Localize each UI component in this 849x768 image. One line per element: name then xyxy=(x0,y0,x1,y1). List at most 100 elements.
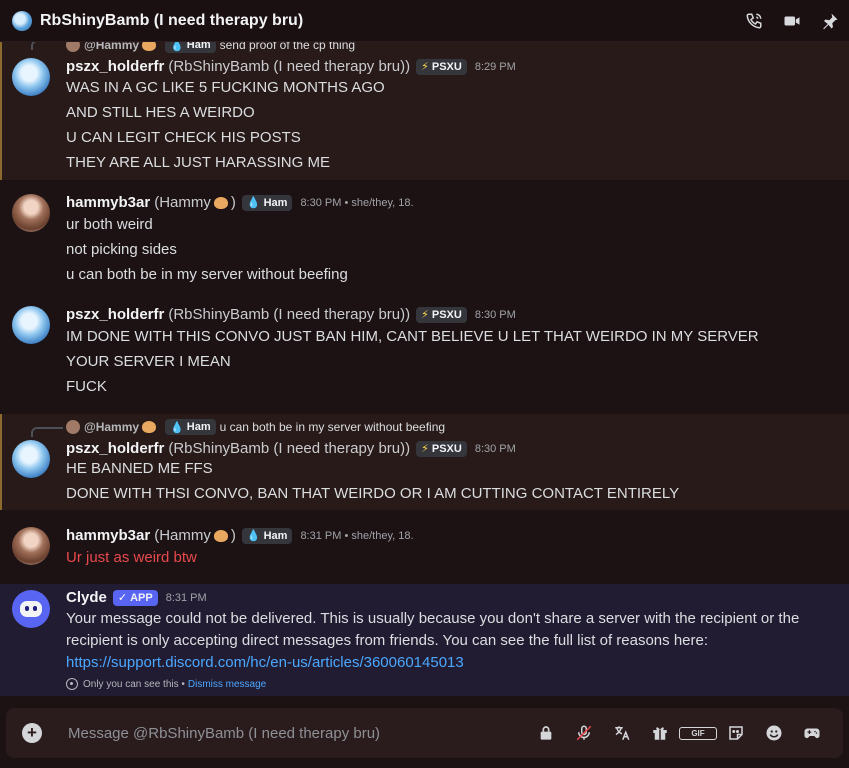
role-tag-label: Ham xyxy=(186,421,211,433)
role-tag[interactable]: 💧 Ham xyxy=(241,194,293,211)
nickname: (Hammy xyxy=(154,527,211,544)
reply-name: @Hammy xyxy=(84,42,140,52)
message-line: THEY ARE ALL JUST HARASSING ME xyxy=(66,154,330,171)
dm-title[interactable]: RbShinyBamb (I need therapy bru) xyxy=(40,12,303,30)
message-group: hammyb3ar (Hammy ) 💧 Ham 8:30 PM • she/th… xyxy=(0,192,849,284)
message-line: IM DONE WITH THIS CONVO JUST BAN HIM, CA… xyxy=(66,328,759,345)
add-attachment-button[interactable]: + xyxy=(22,723,42,743)
nickname: (RbShinyBamb (I need therapy bru)) xyxy=(168,440,411,457)
check-icon: ✓ xyxy=(117,592,128,604)
lock-icon[interactable] xyxy=(527,724,565,742)
emoji-icon[interactable] xyxy=(755,724,793,742)
clan-tag-label: PSXU xyxy=(431,442,462,455)
role-tag-label: Ham xyxy=(263,196,288,209)
username[interactable]: hammyb3ar xyxy=(66,194,150,211)
avatar[interactable] xyxy=(12,58,50,96)
message-line: recipient is only accepting direct messa… xyxy=(66,632,709,649)
droplet-icon: 💧 xyxy=(246,197,261,209)
clyde-avatar[interactable] xyxy=(12,590,50,628)
timestamp: 8:30 PM xyxy=(474,308,516,321)
gif-label: GIF xyxy=(679,726,717,740)
composer-tools: GIF xyxy=(527,724,843,742)
nickname: (RbShinyBamb (I need therapy bru)) xyxy=(168,58,411,75)
hamster-emoji xyxy=(142,421,157,433)
clan-tag[interactable]: ⚡ PSXU xyxy=(416,58,467,75)
reply-avatar xyxy=(66,42,80,52)
message-group: pszx_holderfr (RbShinyBamb (I need thera… xyxy=(0,304,849,396)
username[interactable]: pszx_holderfr xyxy=(66,440,164,457)
message-header: hammyb3ar (Hammy ) 💧 Ham 8:31 PM • she/th… xyxy=(66,527,414,544)
clan-tag-label: PSXU xyxy=(431,308,462,321)
clan-tag-label: PSXU xyxy=(431,60,462,73)
avatar[interactable] xyxy=(12,527,50,565)
hamster-emoji xyxy=(213,529,228,542)
voice-call-icon[interactable] xyxy=(735,12,773,30)
recipient-avatar[interactable] xyxy=(12,10,32,31)
lightning-icon: ⚡ xyxy=(421,443,429,455)
message-line: not picking sides xyxy=(66,241,177,258)
lightning-icon: ⚡ xyxy=(421,61,429,73)
sticker-icon[interactable] xyxy=(717,724,755,742)
reply-name: @Hammy xyxy=(84,420,140,434)
role-tag-label: Ham xyxy=(186,42,211,51)
video-call-icon[interactable] xyxy=(773,12,811,30)
message-line: FUCK xyxy=(66,378,107,395)
message-header: pszx_holderfr (RbShinyBamb (I need thera… xyxy=(66,306,516,323)
role-tag[interactable]: 💧 Ham xyxy=(241,527,293,544)
username[interactable]: hammyb3ar xyxy=(66,527,150,544)
username[interactable]: Clyde xyxy=(66,589,107,606)
failed-message-line: Ur just as weird btw xyxy=(66,549,197,566)
username[interactable]: pszx_holderfr xyxy=(66,306,164,323)
message-header: hammyb3ar (Hammy ) 💧 Ham 8:30 PM • she/th… xyxy=(66,194,414,211)
message-line: u can both be in my server without beefi… xyxy=(66,266,348,283)
reply-preview[interactable]: @Hammy 💧 Ham u can both be in my server w… xyxy=(66,419,445,435)
hamster-emoji xyxy=(142,42,157,51)
message-group: hammyb3ar (Hammy ) 💧 Ham 8:31 PM • she/th… xyxy=(0,525,849,569)
message-composer: + GIF xyxy=(6,708,843,758)
message-header: pszx_holderfr (RbShinyBamb (I need thera… xyxy=(66,440,516,457)
role-tag-label: Ham xyxy=(263,529,288,542)
reply-text: send proof of the cp thing xyxy=(219,42,356,52)
avatar[interactable] xyxy=(12,306,50,344)
message-line: DONE WITH THSI CONVO, BAN THAT WEIRDO OR… xyxy=(66,485,680,502)
reply-preview[interactable]: @Hammy 💧 Ham send proof of the cp thing xyxy=(66,42,355,53)
role-tag: 💧 Ham xyxy=(165,42,216,53)
avatar[interactable] xyxy=(12,440,50,478)
message-line: AND STILL HES A WEIRDO xyxy=(66,104,255,121)
message-header: Clyde ✓ APP 8:31 PM xyxy=(66,589,207,606)
message-input[interactable] xyxy=(68,724,527,742)
message-line: WAS IN A GC LIKE 5 FUCKING MONTHS AGO xyxy=(66,79,385,96)
ephemeral-note: Only you can see this • Dismiss message xyxy=(66,678,266,690)
reply-avatar xyxy=(66,420,80,434)
nickname: (RbShinyBamb (I need therapy bru)) xyxy=(168,306,411,323)
message-line: YOUR SERVER I MEAN xyxy=(66,353,231,370)
nickname: (Hammy xyxy=(154,194,211,211)
avatar[interactable] xyxy=(12,194,50,232)
header-actions xyxy=(735,0,849,42)
droplet-icon: 💧 xyxy=(246,530,261,542)
clan-tag[interactable]: ⚡ PSXU xyxy=(416,306,467,323)
system-message: Clyde ✓ APP 8:31 PM Your message could no… xyxy=(0,584,849,696)
message-line: ur both weird xyxy=(66,216,153,233)
translate-icon[interactable] xyxy=(603,724,641,742)
reply-text: u can both be in my server without beefi… xyxy=(219,420,446,434)
gif-icon[interactable]: GIF xyxy=(679,726,717,740)
message-line: Your message could not be delivered. Thi… xyxy=(66,610,800,627)
username[interactable]: pszx_holderfr xyxy=(66,58,164,75)
app-badge-label: APP xyxy=(130,591,153,604)
message-line: U CAN LEGIT CHECK HIS POSTS xyxy=(66,129,301,146)
mute-mic-icon[interactable] xyxy=(565,724,603,742)
activities-icon[interactable] xyxy=(793,724,831,742)
support-link[interactable]: https://support.discord.com/hc/en-us/art… xyxy=(66,654,464,671)
timestamp: 8:30 PM xyxy=(474,442,516,455)
droplet-icon: 💧 xyxy=(170,42,184,52)
dm-header: RbShinyBamb (I need therapy bru) xyxy=(0,0,849,42)
message-list[interactable]: @Hammy 💧 Ham send proof of the cp thing p… xyxy=(0,42,849,698)
clan-tag[interactable]: ⚡ PSXU xyxy=(416,440,467,457)
pin-icon[interactable] xyxy=(811,12,849,30)
gift-icon[interactable] xyxy=(641,724,679,742)
nickname-close: ) xyxy=(230,194,236,211)
droplet-icon: 💧 xyxy=(170,421,184,434)
dismiss-message-link[interactable]: Dismiss message xyxy=(188,679,266,690)
eye-icon xyxy=(66,678,78,690)
